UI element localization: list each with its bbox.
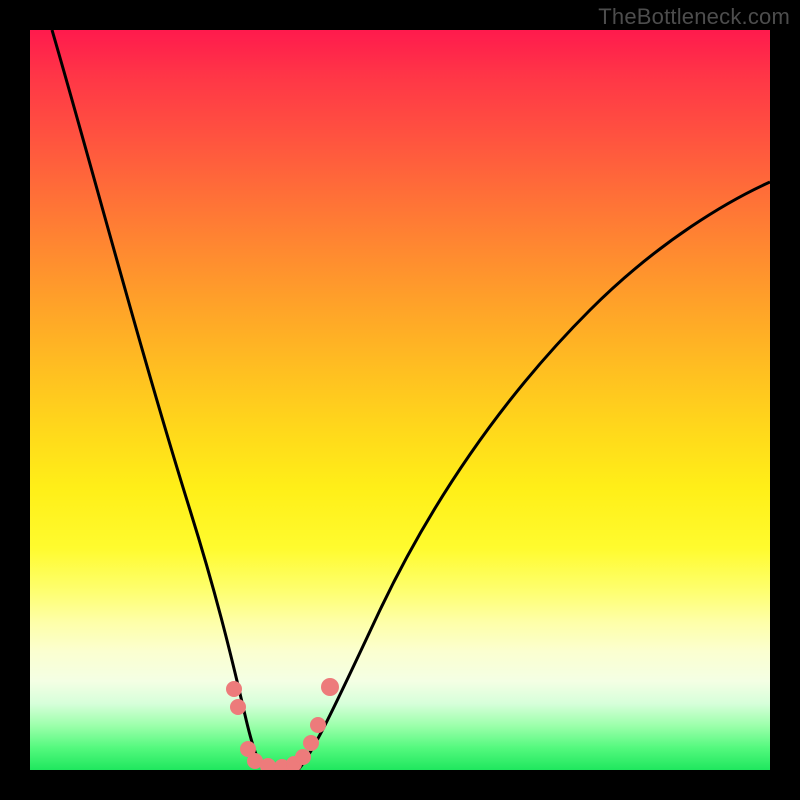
chart-frame: TheBottleneck.com xyxy=(0,0,800,800)
bottleneck-curve xyxy=(30,30,770,770)
plot-area xyxy=(30,30,770,770)
marker-dot xyxy=(310,717,326,733)
marker-group xyxy=(226,678,339,770)
curve-right xyxy=(298,182,770,770)
marker-dot xyxy=(321,678,339,696)
marker-dot xyxy=(295,749,311,765)
marker-dot xyxy=(226,681,242,697)
marker-dot xyxy=(303,735,319,751)
marker-dot xyxy=(230,699,246,715)
watermark-text: TheBottleneck.com xyxy=(598,4,790,30)
curve-left xyxy=(52,30,266,770)
